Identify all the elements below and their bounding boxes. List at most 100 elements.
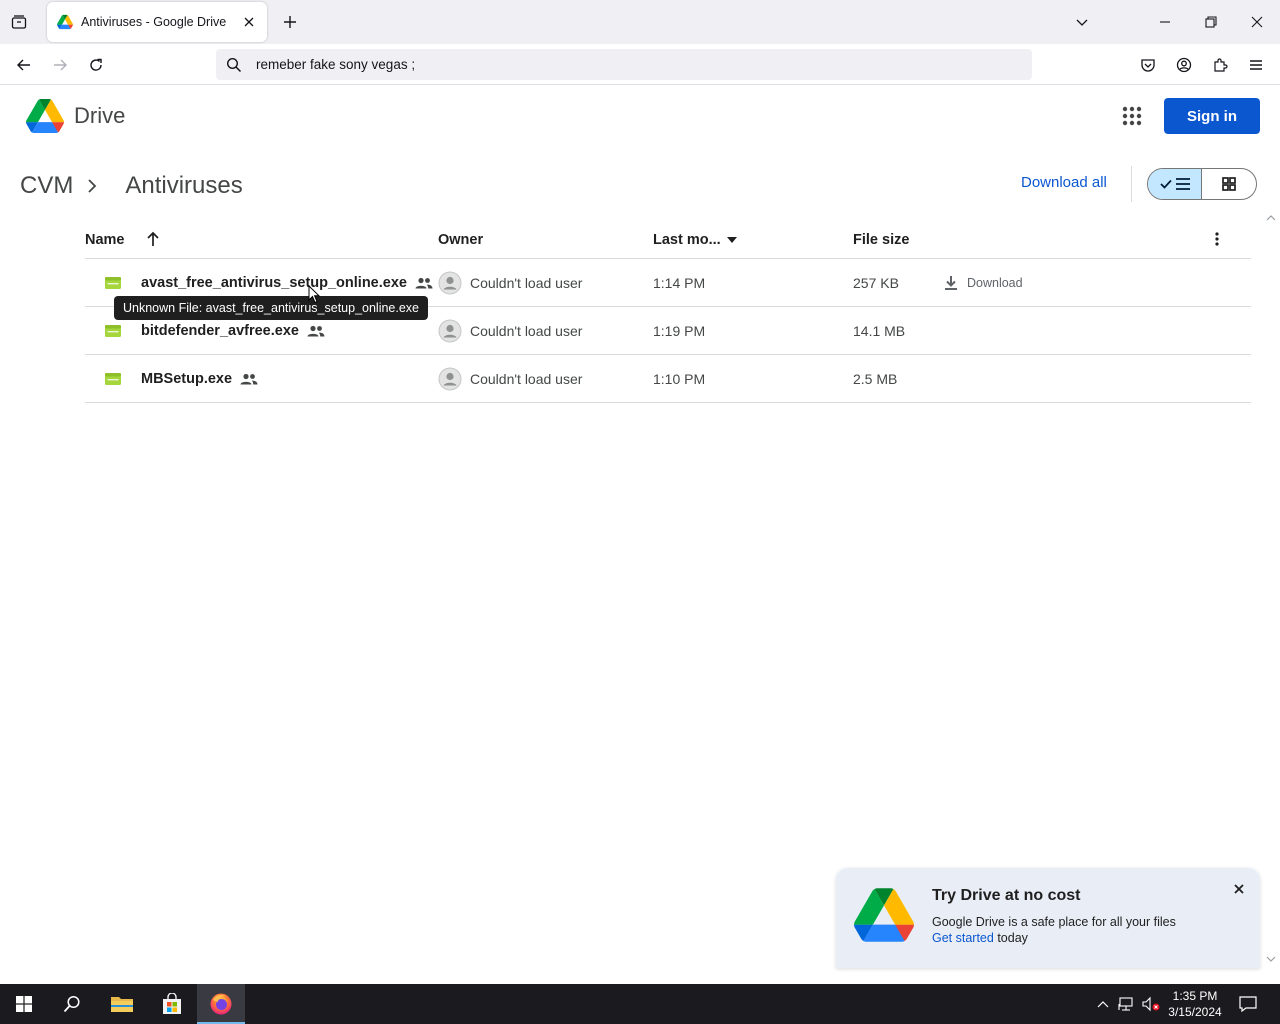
scroll-down-icon[interactable] xyxy=(1266,955,1276,963)
back-icon[interactable] xyxy=(13,54,35,76)
window-close-icon[interactable] xyxy=(1247,12,1267,32)
browser-tab-active[interactable]: Antiviruses - Google Drive xyxy=(47,2,267,42)
close-icon[interactable] xyxy=(1230,880,1248,898)
more-vert-icon[interactable] xyxy=(1215,232,1219,246)
promo-text: Google Drive is a safe place for all you… xyxy=(932,915,1176,929)
avatar-icon xyxy=(438,319,462,343)
plus-icon[interactable] xyxy=(280,12,300,32)
scroll-up-icon[interactable] xyxy=(1266,214,1276,222)
grid-icon xyxy=(1222,177,1236,191)
list-icon xyxy=(1175,177,1191,191)
notification-icon[interactable] xyxy=(1236,984,1260,1024)
modified-cell: 1:10 PM xyxy=(653,371,706,387)
shared-icon xyxy=(240,373,258,385)
pocket-icon[interactable] xyxy=(1137,54,1159,76)
tab-title: Antiviruses - Google Drive xyxy=(81,15,227,29)
check-icon xyxy=(1159,177,1173,191)
extensions-icon[interactable] xyxy=(1209,54,1231,76)
owner-name: Couldn't load user xyxy=(470,371,583,387)
file-name: bitdefender_avfree.exe xyxy=(141,323,299,339)
url-bar[interactable]: remeber fake sony vegas ; xyxy=(216,49,1032,80)
windows-taskbar: 1:35 PM 3/15/2024 xyxy=(0,984,1280,1024)
close-icon[interactable] xyxy=(241,14,257,30)
table-row[interactable]: MBSetup.exe Couldn't load user 1:10 PM 2… xyxy=(85,355,1251,403)
shared-icon xyxy=(307,325,325,337)
browser-nav-bar: remeber fake sony vegas ; xyxy=(0,44,1280,85)
column-header-modified-label: Last mo... xyxy=(653,232,721,248)
try-drive-promo: Try Drive at no cost Google Drive is a s… xyxy=(836,868,1260,968)
apps-icon[interactable] xyxy=(1122,106,1142,126)
get-started-link[interactable]: Get started xyxy=(932,931,994,945)
firefox-icon[interactable] xyxy=(197,984,245,1024)
owner-name: Couldn't load user xyxy=(470,275,583,291)
promo-suffix: today xyxy=(993,931,1028,945)
system-clock[interactable]: 1:35 PM 3/15/2024 xyxy=(1160,988,1230,1020)
owner-name: Couldn't load user xyxy=(470,323,583,339)
network-icon[interactable] xyxy=(1116,984,1138,1024)
chevron-down-icon[interactable] xyxy=(1072,12,1092,32)
drive-logo[interactable]: Drive xyxy=(26,99,125,133)
download-icon xyxy=(943,275,967,291)
caret-down-icon xyxy=(726,237,737,243)
table-header: Name Owner Last mo... File size xyxy=(85,222,1251,259)
windows-icon[interactable] xyxy=(0,984,48,1024)
list-view-button[interactable] xyxy=(1148,169,1203,199)
search-icon xyxy=(226,57,242,73)
size-cell: 2.5 MB xyxy=(853,371,898,387)
breadcrumb-current: Antiviruses xyxy=(125,172,243,199)
file-name: avast_free_antivirus_setup_online.exe xyxy=(141,275,407,291)
arrow-up-icon[interactable] xyxy=(146,231,160,247)
size-cell: 257 KB xyxy=(853,275,899,291)
divider xyxy=(1131,166,1132,202)
chevron-right-icon xyxy=(87,179,97,193)
column-header-name[interactable]: Name xyxy=(85,232,125,248)
forward-icon[interactable] xyxy=(49,54,71,76)
volume-muted-icon[interactable] xyxy=(1140,984,1162,1024)
tab-list-icon[interactable] xyxy=(8,11,30,33)
owner-cell: Couldn't load user xyxy=(438,259,582,307)
clock-date: 3/15/2024 xyxy=(1168,1005,1222,1019)
store-icon[interactable] xyxy=(148,984,196,1024)
download-file-button[interactable]: Download xyxy=(943,259,1023,307)
owner-cell: Couldn't load user xyxy=(438,307,582,355)
menu-icon[interactable] xyxy=(1245,54,1267,76)
view-toggle xyxy=(1147,168,1257,200)
column-header-size[interactable]: File size xyxy=(853,232,909,248)
file-explorer-icon[interactable] xyxy=(98,984,146,1024)
drive-logo-icon xyxy=(26,99,64,133)
drive-logo-text: Drive xyxy=(74,103,126,128)
avatar-icon xyxy=(438,271,462,295)
breadcrumb: CVM Antiviruses xyxy=(20,170,243,202)
breadcrumb-root[interactable]: CVM xyxy=(20,172,73,200)
column-header-modified[interactable]: Last mo... xyxy=(653,232,737,248)
sign-in-button[interactable]: Sign in xyxy=(1164,98,1260,134)
promo-cta-line: Get started today xyxy=(932,931,1028,945)
size-cell: 14.1 MB xyxy=(853,323,906,339)
modified-cell: 1:14 PM xyxy=(653,275,706,291)
chevron-up-icon[interactable] xyxy=(1094,984,1112,1024)
file-name: MBSetup.exe xyxy=(141,371,233,387)
account-icon[interactable] xyxy=(1173,54,1195,76)
file-name-cell[interactable]: MBSetup.exe xyxy=(141,355,258,403)
column-header-owner[interactable]: Owner xyxy=(438,232,483,248)
drive-favicon xyxy=(57,14,73,30)
restore-icon[interactable] xyxy=(1201,12,1221,32)
file-icon xyxy=(105,355,121,403)
grid-view-button[interactable] xyxy=(1202,169,1256,199)
download-all-button[interactable]: Download all xyxy=(1021,174,1107,191)
clock-time: 1:35 PM xyxy=(1172,989,1218,1003)
promo-title: Try Drive at no cost xyxy=(932,887,1081,904)
modified-cell: 1:19 PM xyxy=(653,323,706,339)
url-text: remeber fake sony vegas ; xyxy=(256,57,416,72)
minimize-icon[interactable] xyxy=(1155,12,1175,32)
reload-icon[interactable] xyxy=(85,54,107,76)
file-tooltip: Unknown File: avast_free_antivirus_setup… xyxy=(114,296,429,320)
drive-logo-icon xyxy=(854,888,914,942)
mouse-cursor-icon xyxy=(308,285,320,304)
download-file-label: Download xyxy=(967,276,1023,290)
browser-tab-bar: Antiviruses - Google Drive xyxy=(0,0,1280,44)
owner-cell: Couldn't load user xyxy=(438,355,582,403)
shared-icon xyxy=(415,277,433,289)
avatar-icon xyxy=(438,367,462,391)
search-icon[interactable] xyxy=(48,984,96,1024)
